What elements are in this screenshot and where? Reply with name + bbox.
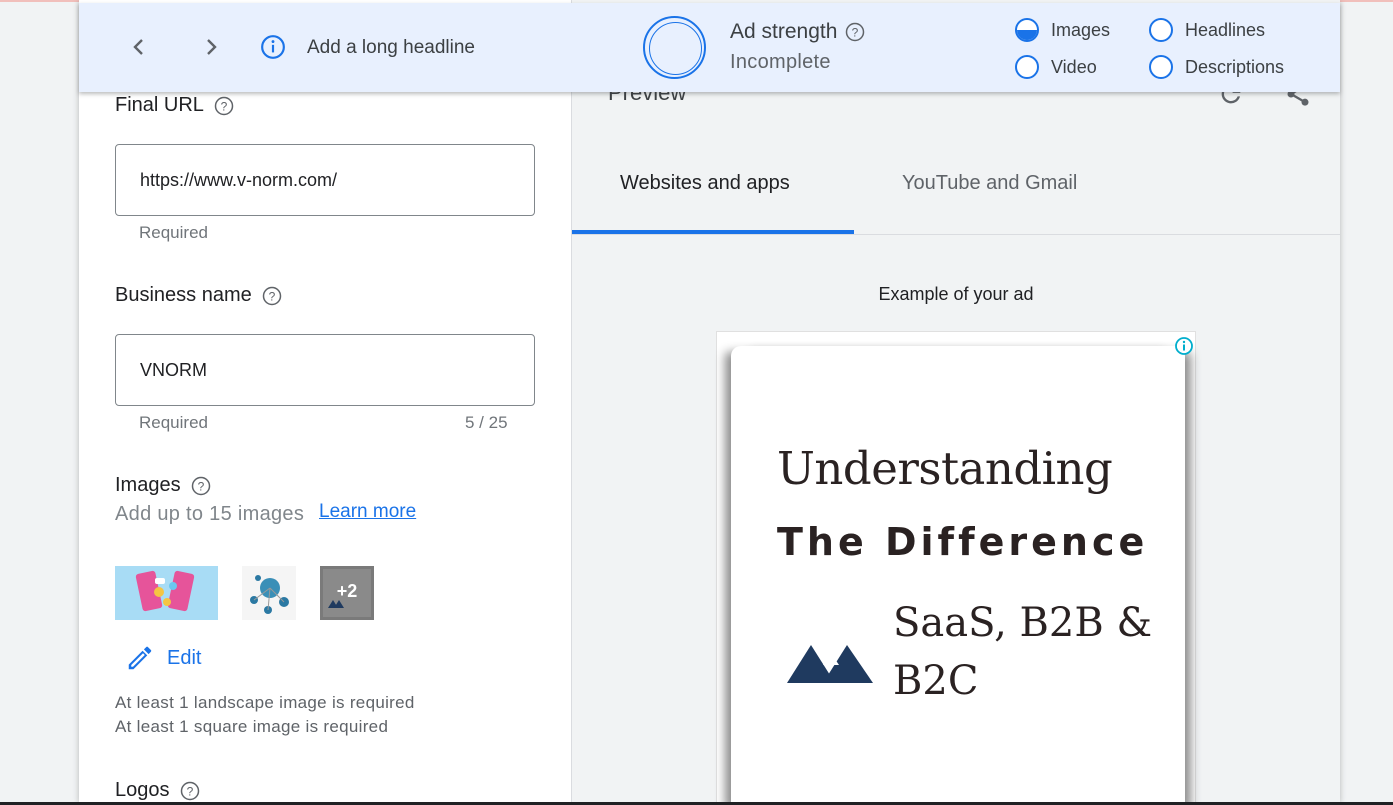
- svg-text:?: ?: [197, 479, 204, 493]
- ad-preview-frame: Understanding The Difference SaaS, B2B &…: [716, 331, 1196, 802]
- character-counter: 5 / 25: [465, 413, 508, 432]
- previous-button[interactable]: [127, 35, 151, 59]
- checklist-label: Descriptions: [1185, 56, 1285, 77]
- ad-headline-line3: SaaS, B2B & B2C: [893, 600, 1153, 704]
- square-requirement: At least 1 square image is required: [115, 717, 389, 736]
- business-name-label-text: Business name: [115, 284, 252, 306]
- help-icon[interactable]: ?: [845, 22, 865, 42]
- ad-strength-header: Add a long headline Ad strength ? Incomp…: [79, 3, 1340, 92]
- images-subtitle: Add up to 15 images: [115, 503, 305, 525]
- checklist-headlines[interactable]: Headlines: [1149, 18, 1265, 42]
- empty-circle-icon: [1149, 18, 1173, 42]
- ad-strength-label: Ad strength: [730, 20, 838, 43]
- next-button[interactable]: [199, 35, 223, 59]
- ad-strength-meter: [643, 16, 706, 79]
- brand-logo-icon: [787, 645, 873, 683]
- empty-circle-icon: [1015, 55, 1039, 79]
- empty-circle-icon: [1149, 55, 1173, 79]
- business-name-label: Business name ?: [115, 284, 282, 307]
- help-icon[interactable]: ?: [180, 781, 200, 801]
- business-name-helper: Required: [139, 413, 208, 432]
- images-label-text: Images: [115, 474, 181, 496]
- images-label: Images ?: [115, 474, 211, 497]
- asset-form: Final URL ? https://www.v-norm.com/ Requ…: [79, 0, 572, 802]
- campaign-editor-panel: Final URL ? https://www.v-norm.com/ Requ…: [79, 0, 1340, 802]
- edit-label: Edit: [167, 646, 202, 669]
- preview-tabs: Websites and apps YouTube and Gmail: [572, 138, 1340, 235]
- chevron-left-icon: [133, 39, 143, 55]
- landscape-requirement: At least 1 landscape image is required: [115, 693, 415, 712]
- suggestion-hint: Add a long headline: [307, 37, 475, 58]
- ad-strength-title: Ad strength ?: [730, 20, 865, 44]
- example-label: Example of your ad: [878, 284, 1034, 304]
- half-filled-circle-icon: [1015, 18, 1039, 42]
- pencil-icon: [128, 646, 152, 670]
- final-url-helper: Required: [139, 223, 208, 242]
- ad-strength-value: Incomplete: [730, 51, 831, 73]
- help-icon[interactable]: ?: [214, 96, 234, 116]
- checklist-label: Images: [1051, 19, 1111, 40]
- logos-label-text: Logos: [115, 779, 170, 801]
- ad-choices-info-icon[interactable]: [1174, 336, 1194, 356]
- logos-label: Logos ?: [115, 779, 200, 802]
- svg-text:?: ?: [852, 26, 859, 40]
- checklist-descriptions[interactable]: Descriptions: [1149, 55, 1284, 79]
- network-illustration: [242, 566, 296, 620]
- preview-pane: Preview Websites and apps YouTube and Gm…: [572, 0, 1340, 802]
- business-name-input[interactable]: VNORM: [115, 334, 535, 406]
- ad-headline-line2: The Difference: [777, 520, 1149, 564]
- checklist-video[interactable]: Video: [1015, 55, 1097, 79]
- edit-images-button[interactable]: Edit: [125, 643, 201, 673]
- tab-websites-and-apps[interactable]: Websites and apps: [620, 172, 790, 195]
- final-url-label: Final URL ?: [115, 94, 234, 117]
- svg-text:?: ?: [186, 784, 193, 798]
- image-thumbnail-landscape[interactable]: [115, 566, 218, 620]
- svg-text:?: ?: [268, 289, 275, 303]
- more-images-count: +2: [336, 581, 358, 601]
- image-thumbnail-network[interactable]: [242, 566, 296, 620]
- learn-more-link[interactable]: Learn more: [319, 501, 416, 523]
- active-tab-indicator: [572, 230, 854, 234]
- ad-image-card: Understanding The Difference SaaS, B2B &…: [731, 346, 1185, 802]
- checklist-label: Headlines: [1185, 19, 1266, 40]
- help-icon[interactable]: ?: [191, 476, 211, 496]
- chevron-right-icon: [207, 39, 217, 55]
- checklist-images[interactable]: Images: [1015, 18, 1110, 42]
- ad-headline-line1: Understanding: [777, 442, 1113, 495]
- tab-youtube-and-gmail[interactable]: YouTube and Gmail: [902, 172, 1077, 195]
- help-icon[interactable]: ?: [262, 286, 282, 306]
- phones-illustration: [115, 566, 218, 620]
- final-url-label-text: Final URL: [115, 94, 204, 116]
- checklist-label: Video: [1051, 56, 1097, 77]
- final-url-input[interactable]: https://www.v-norm.com/: [115, 144, 535, 216]
- image-thumbnail-more[interactable]: +2: [320, 566, 374, 620]
- svg-text:?: ?: [221, 99, 228, 113]
- info-icon: [261, 35, 285, 59]
